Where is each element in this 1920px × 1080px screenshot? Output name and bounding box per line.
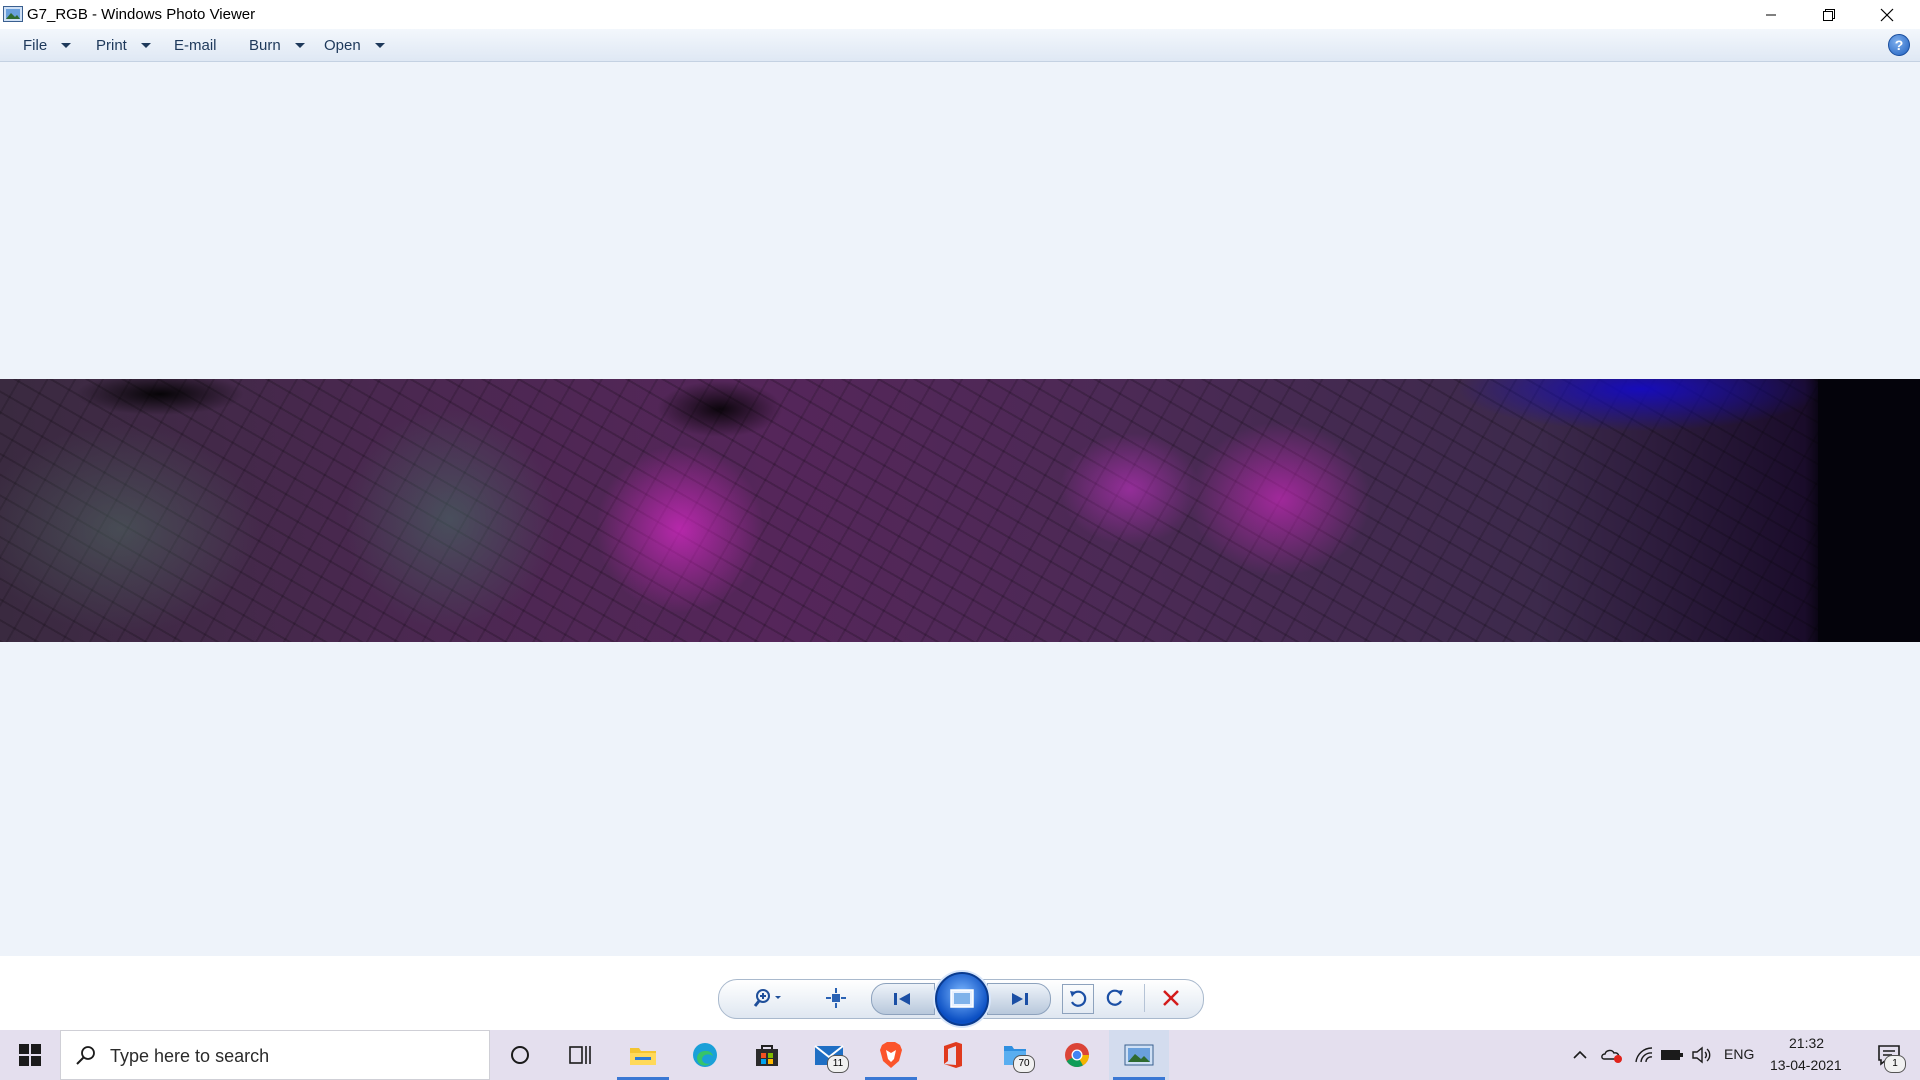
restore-icon: [1823, 8, 1835, 21]
close-icon: [1880, 8, 1894, 21]
taskbar-store[interactable]: [737, 1030, 797, 1080]
rotate-right-icon: [1106, 989, 1123, 1006]
onedrive-error-icon: [1601, 1049, 1622, 1063]
menu-open[interactable]: Open: [324, 29, 385, 61]
taskbar: Type here to search 11 70 ENG 21:32 13-0…: [0, 1030, 1920, 1080]
rotate-right-button[interactable]: [1100, 984, 1130, 1012]
notification-badge: 1: [1884, 1055, 1906, 1073]
files-badge: 70: [1013, 1055, 1035, 1073]
clock-time: 21:32: [1789, 1035, 1825, 1051]
brave-icon: [880, 1042, 902, 1068]
menu-open-label: Open: [324, 36, 361, 54]
battery-icon: [1661, 1050, 1683, 1060]
chrome-icon: [1065, 1043, 1089, 1068]
delete-icon: [1163, 990, 1179, 1006]
actual-size-icon: [826, 988, 846, 1008]
search-icon: [76, 1046, 95, 1065]
taskbar-search-box[interactable]: Type here to search: [60, 1030, 490, 1080]
wifi-icon: [1635, 1047, 1653, 1063]
windows-logo-icon: [19, 1044, 41, 1066]
chevron-down-icon: [61, 42, 72, 48]
control-divider: [1144, 984, 1145, 1012]
battery-tray[interactable]: [1658, 1030, 1686, 1080]
image-viewport: [0, 62, 1920, 956]
zoom-button[interactable]: [748, 984, 790, 1012]
chevron-down-icon: [374, 42, 385, 48]
slideshow-button[interactable]: [935, 972, 989, 1026]
chevron-down-icon: [140, 42, 151, 48]
clock-date: 13-04-2021: [1770, 1057, 1842, 1073]
search-placeholder: Type here to search: [110, 1046, 270, 1066]
window-title: G7_RGB - Windows Photo Viewer: [27, 6, 256, 23]
minimize-icon: [1766, 14, 1776, 15]
menu-email[interactable]: E-mail: [174, 29, 217, 61]
rotate-left-icon: [1070, 990, 1087, 1007]
title-bar: G7_RGB - Windows Photo Viewer: [0, 0, 1920, 29]
image-dark-edge: [1818, 379, 1920, 642]
satellite-image: [0, 379, 1920, 642]
zoom-icon: [753, 989, 781, 1007]
menu-bar: File Print E-mail Burn Open ?: [0, 29, 1920, 62]
taskbar-brave[interactable]: [861, 1030, 921, 1080]
previous-icon: [894, 993, 910, 1005]
next-button[interactable]: [987, 983, 1051, 1015]
photo-viewer-icon: [1124, 1044, 1154, 1066]
next-icon: [1012, 993, 1028, 1005]
restore-button[interactable]: [1800, 0, 1858, 29]
edge-icon: [693, 1043, 717, 1067]
clock[interactable]: 21:32 13-04-2021: [1766, 1030, 1846, 1080]
network-tray[interactable]: [1630, 1030, 1658, 1080]
action-center-button[interactable]: 1: [1860, 1030, 1920, 1080]
rotate-left-button[interactable]: [1062, 984, 1094, 1014]
taskbar-mail[interactable]: 11: [799, 1030, 859, 1080]
chevron-down-icon: [294, 42, 305, 48]
taskbar-files[interactable]: 70: [985, 1030, 1045, 1080]
taskbar-edge[interactable]: [675, 1030, 735, 1080]
photo-viewer-app-icon: [3, 6, 23, 22]
show-hidden-icons-button[interactable]: [1568, 1030, 1592, 1080]
taskbar-file-explorer[interactable]: [613, 1030, 673, 1080]
office-icon: [944, 1042, 962, 1068]
slideshow-icon: [950, 989, 974, 1008]
task-view-icon: [569, 1046, 591, 1064]
chevron-up-icon: [1573, 1050, 1587, 1059]
store-icon: [756, 1045, 778, 1066]
language-indicator[interactable]: ENG: [1724, 1046, 1754, 1062]
menu-print-label: Print: [96, 36, 127, 54]
cortana-icon: [511, 1046, 529, 1064]
cortana-button[interactable]: [490, 1030, 550, 1080]
actual-size-button[interactable]: [820, 984, 852, 1012]
menu-email-label: E-mail: [174, 36, 217, 54]
menu-burn-label: Burn: [249, 36, 281, 54]
mail-badge: 11: [827, 1055, 849, 1073]
menu-file-label: File: [23, 36, 48, 54]
volume-tray[interactable]: [1688, 1030, 1716, 1080]
menu-file[interactable]: File: [23, 29, 72, 61]
taskbar-photo-viewer[interactable]: [1109, 1030, 1169, 1080]
help-icon[interactable]: ?: [1888, 34, 1910, 56]
taskbar-chrome[interactable]: [1047, 1030, 1107, 1080]
previous-button[interactable]: [871, 983, 935, 1015]
minimize-button[interactable]: [1742, 0, 1800, 29]
task-view-button[interactable]: [550, 1030, 610, 1080]
close-window-button[interactable]: [1858, 0, 1916, 29]
start-button[interactable]: [0, 1030, 60, 1080]
taskbar-office[interactable]: [923, 1030, 983, 1080]
volume-icon: [1692, 1046, 1711, 1064]
delete-button[interactable]: [1156, 984, 1186, 1012]
menu-burn[interactable]: Burn: [249, 29, 305, 61]
menu-print[interactable]: Print: [96, 29, 151, 61]
onedrive-tray[interactable]: [1598, 1030, 1626, 1080]
file-explorer-icon: [630, 1048, 656, 1065]
